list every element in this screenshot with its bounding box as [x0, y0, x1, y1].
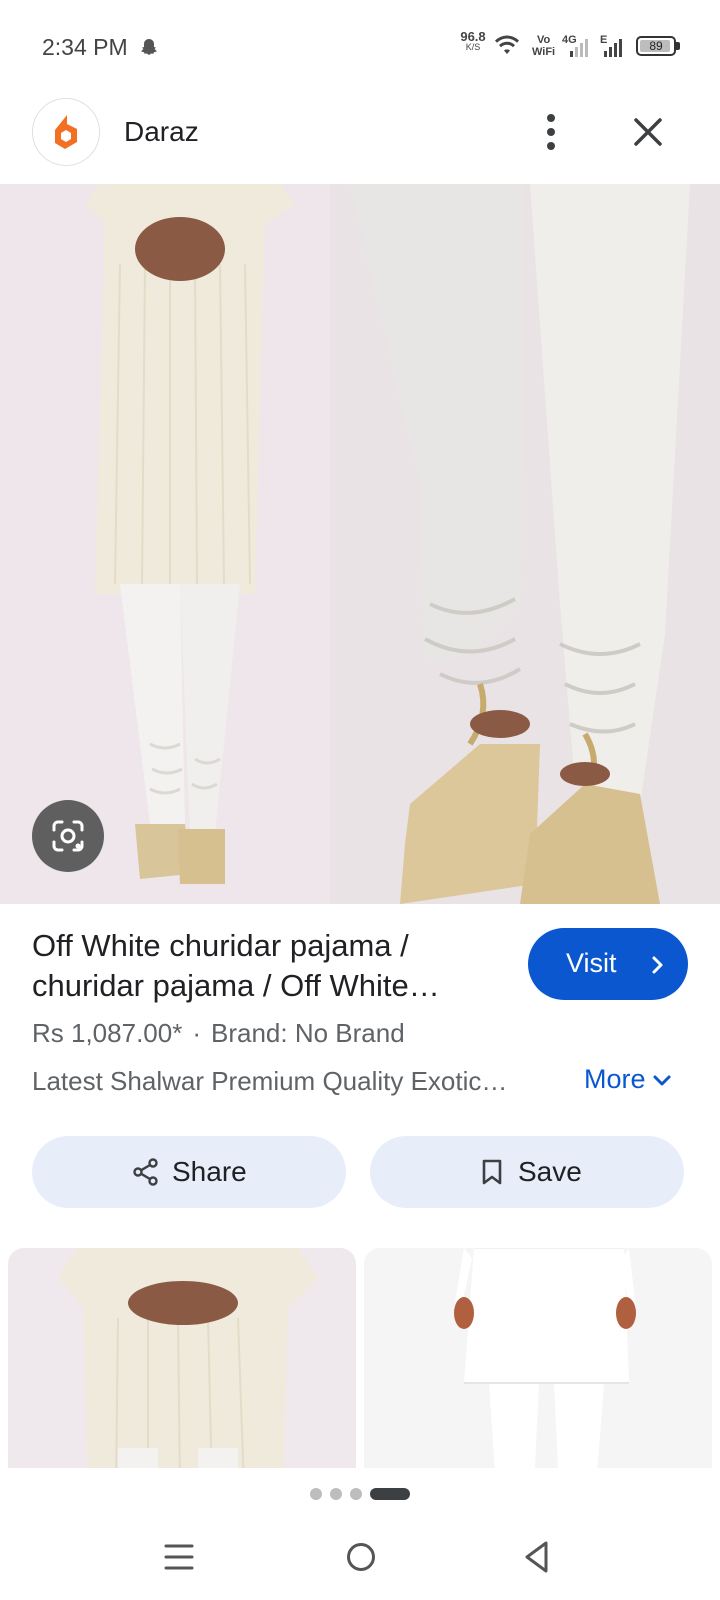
- status-bar: 2:34 PM 96.8 K/S Vo WiFi 4G E 89: [0, 0, 720, 92]
- vowifi-indicator: Vo WiFi: [532, 34, 555, 58]
- signal-icon: 4G: [562, 34, 588, 57]
- visit-button[interactable]: Visit: [528, 928, 688, 1000]
- page-dot: [310, 1488, 322, 1500]
- product-brand: Brand: No Brand: [211, 1018, 405, 1048]
- related-images: [0, 1248, 720, 1468]
- page-dot: [350, 1488, 362, 1500]
- chevron-down-icon: [653, 1075, 671, 1086]
- related-image-1[interactable]: [8, 1248, 356, 1468]
- share-button[interactable]: Share: [32, 1136, 346, 1208]
- back-icon[interactable]: [522, 1540, 552, 1574]
- close-icon[interactable]: [628, 112, 668, 152]
- site-name[interactable]: Daraz: [124, 116, 199, 148]
- battery-icon: 89: [636, 36, 680, 56]
- vowifi-top: Vo: [536, 34, 551, 46]
- google-lens-button[interactable]: [32, 800, 104, 872]
- save-button[interactable]: Save: [370, 1136, 684, 1208]
- product-image[interactable]: [0, 184, 720, 904]
- page-indicator: [0, 1486, 720, 1502]
- bookmark-icon: [482, 1159, 502, 1185]
- related-photo-2: [454, 1248, 636, 1468]
- recents-menu-icon[interactable]: [164, 1542, 194, 1572]
- battery-level: 89: [649, 39, 663, 53]
- snapchat-icon: [141, 39, 157, 55]
- product-price: Rs 1,087.00*: [32, 1018, 183, 1048]
- vowifi-bottom: WiFi: [532, 46, 556, 58]
- page-dot-active: [370, 1488, 410, 1500]
- save-label: Save: [518, 1156, 582, 1187]
- more-button[interactable]: More: [584, 1064, 672, 1095]
- product-meta: Rs 1,087.00* · Brand: No Brand: [32, 1018, 405, 1049]
- related-photo-1: [58, 1248, 318, 1468]
- lens-icon: [52, 820, 84, 852]
- network-4g-label: 4G: [562, 34, 577, 46]
- home-icon[interactable]: [344, 1540, 378, 1574]
- status-time: 2:34 PM: [42, 34, 128, 60]
- daraz-logo-icon[interactable]: [32, 98, 100, 166]
- page-dot: [330, 1488, 342, 1500]
- net-speed-value: 96.8: [460, 29, 486, 44]
- share-label: Share: [172, 1156, 247, 1187]
- product-description: Latest Shalwar Premium Quality Exotic…: [32, 1066, 508, 1096]
- more-vert-icon[interactable]: [536, 110, 566, 154]
- related-image-2[interactable]: [364, 1248, 712, 1468]
- meta-separator: ·: [192, 1018, 201, 1048]
- signal-icon-2: E: [600, 34, 622, 57]
- product-title-line-1: Off White churidar pajama /: [32, 928, 409, 963]
- network-e-label: E: [600, 34, 607, 46]
- product-title-line-2: churidar pajama / Off White…: [32, 968, 440, 1003]
- source-header: Daraz: [0, 92, 720, 184]
- visit-label: Visit: [566, 948, 617, 978]
- system-nav-bar: [0, 1520, 720, 1600]
- network-speed: 96.8 K/S: [458, 29, 488, 53]
- more-label: More: [584, 1064, 646, 1094]
- product-title: Off White churidar pajama / churidar paj…: [32, 926, 502, 1006]
- daraz-logo-glyph: [55, 115, 77, 149]
- share-icon: [133, 1158, 158, 1186]
- chevron-right-icon: [652, 956, 663, 974]
- product-photo: [0, 184, 720, 904]
- wifi-icon: [495, 35, 519, 54]
